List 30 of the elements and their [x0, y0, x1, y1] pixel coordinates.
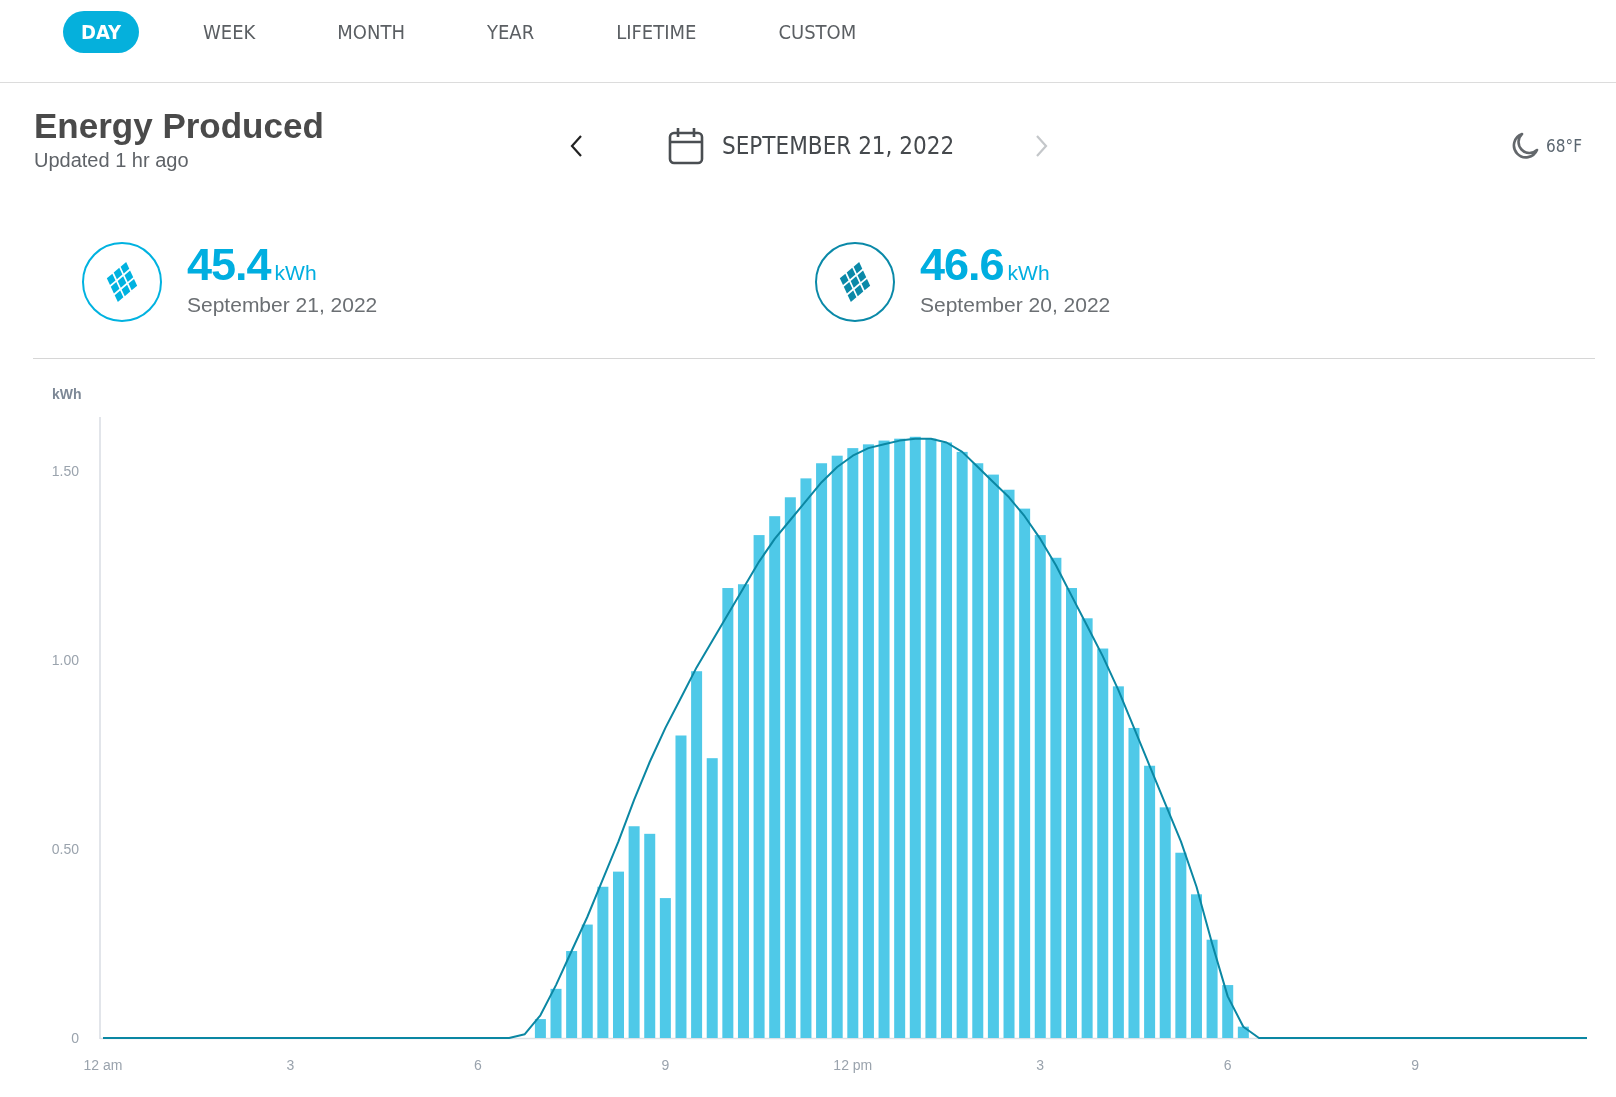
- updated-time: Updated 1 hr ago: [34, 149, 190, 172]
- period-tab[interactable]: WEEK: [185, 11, 274, 53]
- x-tick-label: 3: [286, 1057, 295, 1073]
- calendar-icon: [668, 127, 704, 165]
- x-tick-label: 9: [1411, 1057, 1420, 1073]
- period-tab[interactable]: CUSTOM: [760, 11, 875, 53]
- period-tab[interactable]: YEAR: [469, 11, 553, 53]
- selected-date: SEPTEMBER 21, 2022: [722, 132, 955, 160]
- period-tab[interactable]: LIFETIME: [598, 11, 715, 53]
- x-tick-label: 12 pm: [833, 1057, 873, 1073]
- temperature: 68°F: [1546, 136, 1582, 156]
- page-title: Energy Produced: [34, 105, 325, 147]
- y-tick-label: 0.50: [51, 840, 79, 857]
- moon-icon: [1510, 131, 1541, 161]
- y-tick-label: 0: [71, 1030, 79, 1046]
- x-tick-label: 6: [474, 1057, 482, 1073]
- axis-title: kWh: [52, 386, 82, 402]
- energy-value: 46.6: [920, 239, 1004, 291]
- x-tick-label: 12 am: [83, 1057, 123, 1073]
- y-tick-label: 1.00: [51, 651, 79, 668]
- stat-date: September 21, 2022: [187, 293, 378, 317]
- stat-date: September 20, 2022: [920, 293, 1111, 317]
- x-tick-label: 3: [1036, 1057, 1045, 1073]
- period-tab[interactable]: MONTH: [319, 11, 423, 53]
- energy-unit: kWh: [1007, 261, 1050, 285]
- energy-value: 45.4: [187, 239, 271, 291]
- x-tick-label: 6: [1223, 1057, 1232, 1073]
- y-tick-label: 1.50: [51, 462, 79, 479]
- x-tick-label: 9: [661, 1057, 670, 1073]
- energy-unit: kWh: [274, 261, 317, 285]
